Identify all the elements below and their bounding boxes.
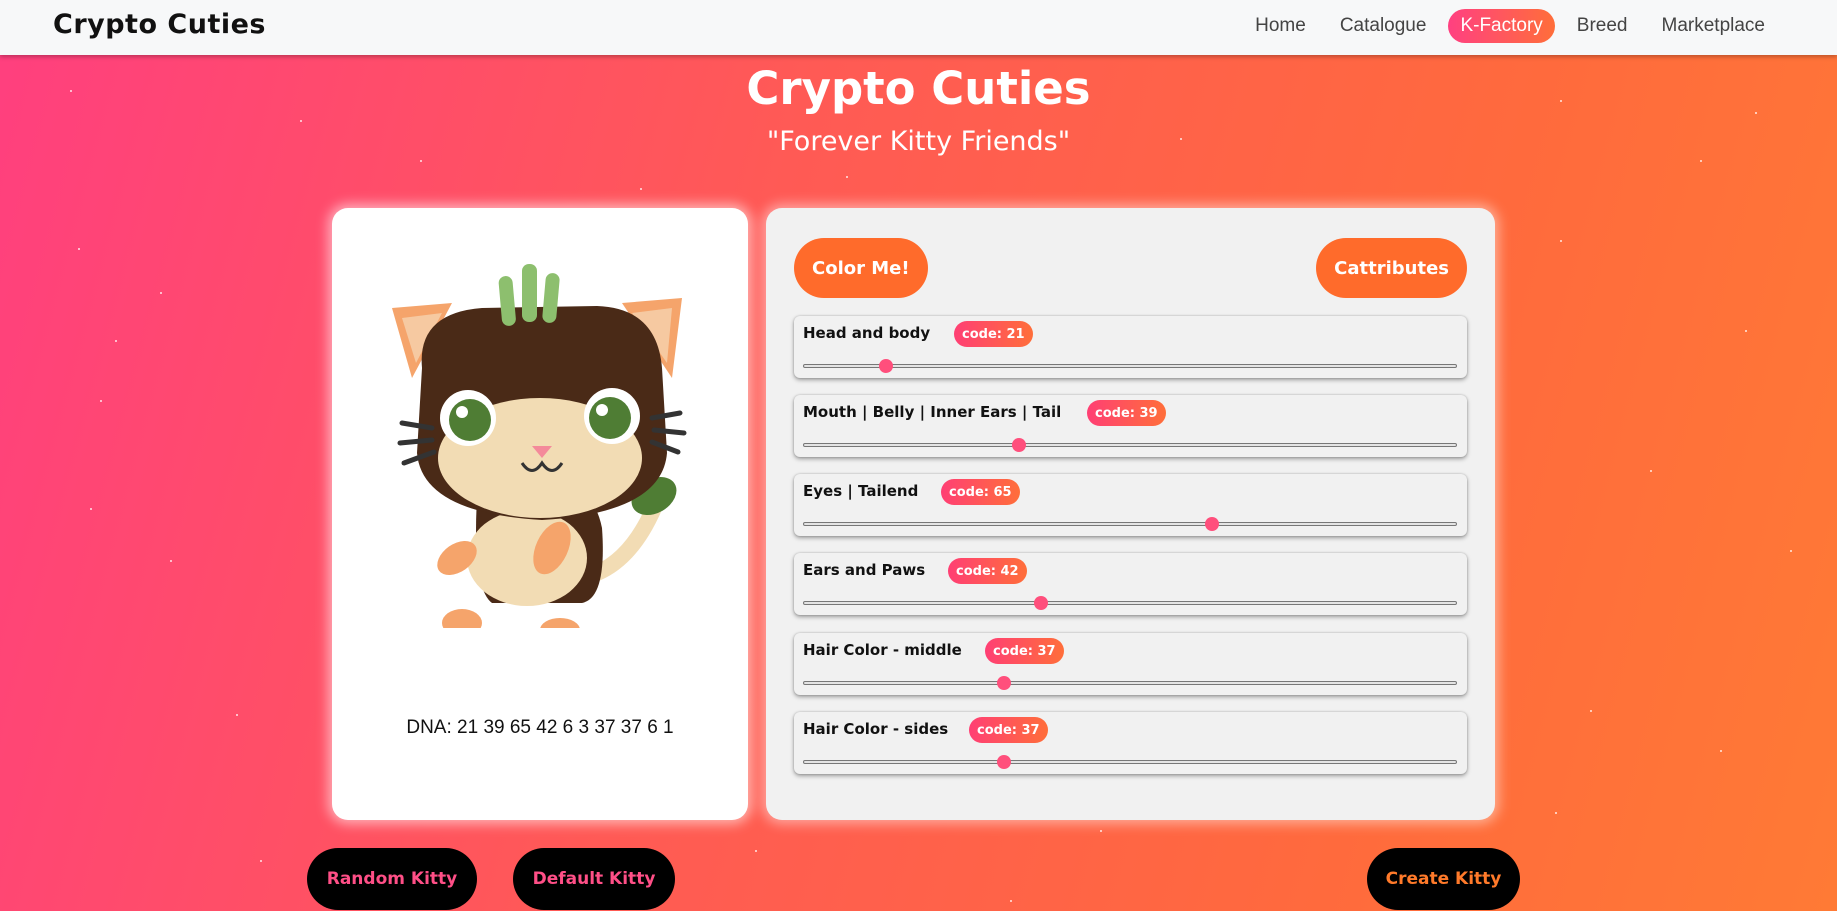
kitty-eye-right-shine xyxy=(596,404,608,416)
kitty-tail xyxy=(589,500,662,581)
code-badge: code: 39 xyxy=(1087,400,1166,426)
kitty-belly xyxy=(467,510,587,606)
nav-k-factory[interactable]: K-Factory xyxy=(1448,9,1555,43)
kitty-eye-right-iris xyxy=(589,397,631,439)
code-badge: code: 37 xyxy=(985,638,1064,664)
dna-readout: DNA: 21 39 65 42 6 3 37 37 6 1 xyxy=(406,717,674,738)
kitty-foot-right xyxy=(540,618,580,628)
attributes-panel: Color Me! Cattributes Head and body code… xyxy=(766,208,1495,820)
kitty-illustration xyxy=(392,264,687,628)
slider-thumb[interactable] xyxy=(1034,596,1049,610)
eyes-tailend-slider[interactable] xyxy=(803,517,1457,531)
nav-home[interactable]: Home xyxy=(1243,9,1318,43)
brand-logo[interactable]: Crypto Cuties xyxy=(53,9,266,40)
page-subtitle: "Forever Kitty Friends" xyxy=(766,126,1071,157)
code-badge: code: 65 xyxy=(941,479,1020,505)
slider-thumb[interactable] xyxy=(997,676,1012,690)
hair-sides-slider[interactable] xyxy=(803,755,1457,769)
attribute-label: Mouth | Belly | Inner Ears | Tail xyxy=(803,403,1062,421)
attribute-row-eyes-tailend: Eyes | Tailend code: 65 xyxy=(794,474,1467,536)
nav-marketplace[interactable]: Marketplace xyxy=(1650,9,1778,43)
nav-catalogue[interactable]: Catalogue xyxy=(1328,9,1439,43)
kitty-hair-middle-2 xyxy=(522,264,537,322)
page-title: Crypto Cuties xyxy=(746,62,1091,115)
attribute-label: Ears and Paws xyxy=(803,561,926,579)
attribute-row-hair-middle: Hair Color - middle code: 37 xyxy=(794,633,1467,695)
code-badge: code: 37 xyxy=(969,717,1048,743)
kitty-eye-left-shine xyxy=(456,406,468,418)
ears-paws-slider[interactable] xyxy=(803,596,1457,610)
attribute-row-mouth-belly: Mouth | Belly | Inner Ears | Tail code: … xyxy=(794,395,1467,457)
main-nav: Home Catalogue K-Factory Breed Marketpla… xyxy=(1243,9,1777,43)
create-kitty-button[interactable]: Create Kitty xyxy=(1367,848,1520,910)
top-navbar: Crypto Cuties Home Catalogue K-Factory B… xyxy=(0,0,1837,55)
attribute-row-hair-sides: Hair Color - sides code: 37 xyxy=(794,712,1467,774)
attribute-row-head-body: Head and body code: 21 xyxy=(794,316,1467,378)
kitty-foot-left xyxy=(442,609,482,628)
attribute-row-ears-paws: Ears and Paws code: 42 xyxy=(794,553,1467,615)
nav-breed[interactable]: Breed xyxy=(1565,9,1640,43)
hair-middle-slider[interactable] xyxy=(803,676,1457,690)
attribute-label: Hair Color - middle xyxy=(803,641,962,659)
head-body-slider[interactable] xyxy=(803,359,1457,373)
default-kitty-button[interactable]: Default Kitty xyxy=(513,848,675,910)
slider-thumb[interactable] xyxy=(878,359,893,373)
code-badge: code: 42 xyxy=(948,558,1027,584)
attribute-label: Head and body xyxy=(803,324,931,342)
color-me-button[interactable]: Color Me! xyxy=(794,238,928,298)
slider-thumb[interactable] xyxy=(1011,438,1026,452)
cattributes-button[interactable]: Cattributes xyxy=(1316,238,1467,298)
slider-thumb[interactable] xyxy=(997,755,1012,769)
mouth-belly-slider[interactable] xyxy=(803,438,1457,452)
attribute-label: Hair Color - sides xyxy=(803,720,949,738)
code-badge: code: 21 xyxy=(954,321,1033,347)
kitty-eye-left-iris xyxy=(449,399,491,441)
random-kitty-button[interactable]: Random Kitty xyxy=(307,848,477,910)
slider-thumb[interactable] xyxy=(1204,517,1219,531)
attribute-label: Eyes | Tailend xyxy=(803,482,919,500)
